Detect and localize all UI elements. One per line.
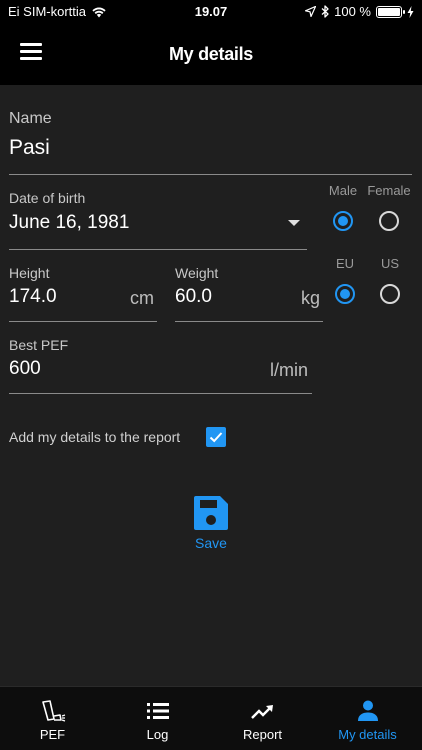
battery-percent: 100 % — [334, 4, 371, 19]
tab-pef[interactable]: PEF — [0, 687, 105, 750]
tab-report-label: Report — [242, 727, 283, 742]
bottom-nav: PEF Log Report My details — [0, 686, 422, 750]
female-radio[interactable] — [379, 211, 399, 231]
save-label: Save — [195, 535, 227, 551]
pef-meter-icon — [42, 700, 66, 722]
battery-fill — [378, 7, 400, 16]
details-form: Name Pasi Date of birth June 16, 1981 Ma… — [0, 85, 422, 686]
tab-my-details-label: My details — [338, 727, 397, 742]
page-title: My details — [168, 44, 254, 64]
add-to-report-checkbox[interactable] — [206, 427, 226, 447]
name-label: Name — [9, 110, 52, 127]
name-input[interactable]: Pasi — [9, 136, 50, 160]
save-button[interactable]: Save — [180, 491, 242, 551]
best-pef-underline — [9, 393, 312, 394]
charging-bolt-icon — [407, 5, 414, 18]
dob-dropdown-arrow-icon[interactable] — [288, 220, 300, 226]
status-right: 100 % — [305, 4, 414, 19]
tab-report[interactable]: Report — [210, 687, 315, 750]
check-icon — [209, 432, 223, 443]
eu-label: EU — [335, 256, 355, 271]
dob-underline — [9, 249, 307, 250]
male-radio[interactable] — [333, 211, 353, 231]
add-to-report-label: Add my details to the report — [9, 429, 181, 445]
list-icon — [147, 703, 169, 719]
height-underline — [9, 321, 157, 322]
dob-label: Date of birth — [9, 190, 86, 206]
person-icon — [358, 700, 378, 721]
bluetooth-icon — [321, 5, 329, 18]
weight-unit: kg — [301, 288, 321, 308]
tab-log-label: Log — [146, 727, 169, 742]
best-pef-unit: l/min — [270, 360, 309, 380]
male-label: Male — [328, 183, 358, 198]
best-pef-label: Best PEF — [9, 337, 69, 353]
best-pef-input[interactable]: 600 — [9, 358, 41, 380]
height-input[interactable]: 174.0 — [9, 286, 57, 308]
app-bar: My details — [0, 24, 422, 85]
battery-icon — [376, 5, 405, 18]
location-arrow-icon — [305, 6, 317, 17]
us-label: US — [380, 256, 400, 271]
height-unit: cm — [130, 288, 154, 308]
tab-my-details[interactable]: My details — [315, 687, 420, 750]
name-underline — [9, 174, 412, 175]
female-label: Female — [367, 183, 411, 198]
weight-underline — [175, 321, 323, 322]
tab-log[interactable]: Log — [105, 687, 210, 750]
tab-pef-label: PEF — [39, 727, 66, 742]
status-bar: Ei SIM-korttia 19.07 100 % — [0, 0, 422, 24]
trending-up-icon — [251, 705, 273, 719]
dob-value[interactable]: June 16, 1981 — [9, 212, 129, 234]
floppy-disk-icon — [194, 496, 228, 530]
height-label: Height — [9, 265, 50, 281]
eu-radio[interactable] — [335, 284, 355, 304]
weight-label: Weight — [175, 265, 219, 281]
weight-input[interactable]: 60.0 — [175, 286, 212, 308]
us-radio[interactable] — [380, 284, 400, 304]
